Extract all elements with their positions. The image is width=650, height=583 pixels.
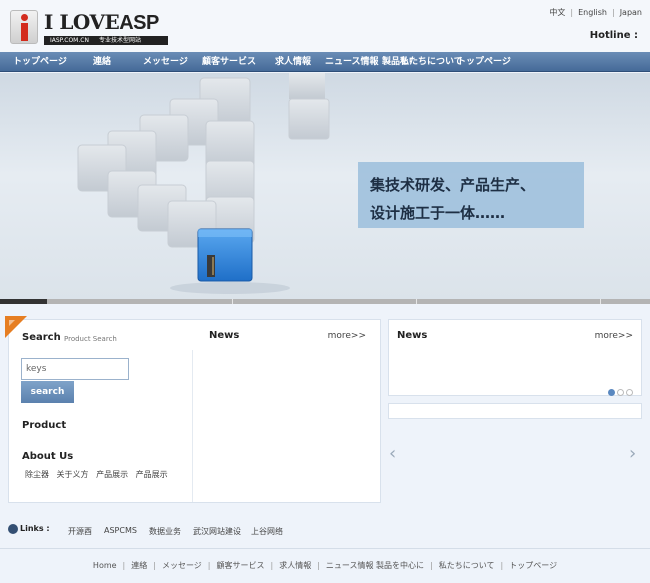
logo-brand-text: ASP — [119, 12, 159, 34]
friend-link[interactable]: 数据业务 — [149, 526, 181, 537]
about-link[interactable]: 除尘器 — [25, 470, 49, 479]
prev-arrow-icon[interactable]: ‹ — [389, 443, 396, 464]
nav-item-news[interactable]: ニュース情報 — [325, 52, 379, 72]
news-panel-right: News more>> — [388, 319, 642, 396]
footer-divider — [0, 548, 650, 549]
nav-item-contact[interactable]: 連絡 — [93, 52, 111, 72]
footer-nav: Home | 連絡 | メッセージ | 顧客サービス | 求人情報 | ニュース情報 製品を中心に |… — [92, 561, 558, 570]
nav-item-message[interactable]: メッセージ — [143, 52, 188, 72]
nav-item-home[interactable]: トップページ — [13, 52, 67, 72]
friend-link[interactable]: 上谷网络 — [251, 526, 283, 537]
footer-link-about[interactable]: 私たちについて — [439, 561, 495, 570]
language-switcher: 中文 | English | Japan — [549, 8, 642, 17]
links-label: Links : — [20, 524, 50, 533]
friend-link[interactable]: 开源酉 — [68, 526, 92, 537]
next-arrow-icon[interactable]: › — [629, 443, 636, 464]
logo-i-icon — [10, 10, 38, 44]
lang-chinese[interactable]: 中文 — [549, 8, 565, 17]
product-title[interactable]: Product — [22, 420, 66, 431]
carousel-dot-3[interactable] — [626, 389, 633, 396]
carousel-dot-1[interactable] — [608, 389, 615, 396]
links-icon — [8, 524, 18, 534]
slider-tick — [232, 299, 233, 304]
lang-japan[interactable]: Japan — [620, 8, 642, 17]
lang-english[interactable]: English — [578, 8, 607, 17]
about-link[interactable]: 产品展示 — [136, 470, 168, 479]
banner-caption-line2: 设计施工于一体…… — [370, 204, 506, 222]
slider-tick — [600, 299, 601, 304]
slider-tick — [416, 299, 417, 304]
banner-caption: 集技术研发、产品生产、 设计施工于一体…… — [358, 162, 584, 228]
logo-slogan: 专业技术型网站 — [98, 37, 141, 44]
banner-caption-line1: 集技术研发、产品生产、 — [370, 176, 536, 194]
about-link[interactable]: 关于义方 — [57, 470, 89, 479]
logo-strip: IASP.COM.CN 专业技术型网站 — [44, 36, 168, 45]
slider-active-segment — [0, 299, 47, 304]
logo-main-text: I LOVE — [44, 10, 120, 34]
search-subtitle: Product Search — [64, 335, 117, 343]
main-nav: トップページ 連絡 メッセージ 顧客サービス 求人情報 ニュース情報 製品を中心… — [0, 52, 650, 72]
nav-item-top[interactable]: トップページ — [457, 52, 511, 72]
footer-link-contact[interactable]: 連絡 — [131, 561, 147, 570]
news-title-right: News — [397, 330, 428, 341]
header: I LOVEASP IASP.COM.CN 专业技术型网站 中文 | English |… — [0, 0, 650, 52]
slider-progress[interactable] — [0, 299, 650, 304]
main-panel: Search Product Search search Product Abo… — [5, 316, 381, 503]
nav-item-about[interactable]: 私たちについて — [400, 52, 463, 72]
nav-item-jobs[interactable]: 求人情報 — [275, 52, 311, 72]
hotline: Hotline : — [589, 30, 638, 41]
search-button[interactable]: search — [21, 381, 74, 403]
divider — [192, 350, 193, 502]
about-links: 除尘器 关于义方 产品展示 产品展示 — [25, 469, 173, 480]
about-link[interactable]: 产品展示 — [96, 470, 128, 479]
nav-item-customer-service[interactable]: 顧客サービス — [202, 52, 256, 72]
news-more-link-right[interactable]: more>> — [595, 331, 633, 341]
friend-link[interactable]: ASPCMS — [104, 526, 137, 535]
search-title: Search — [22, 332, 61, 343]
footer-link-message[interactable]: メッセージ — [162, 561, 202, 570]
footer-link-service[interactable]: 顧客サービス — [217, 561, 265, 570]
site-logo[interactable]: I LOVEASP IASP.COM.CN 专业技术型网站 — [10, 8, 168, 46]
footer-link-jobs[interactable]: 求人情報 — [279, 561, 311, 570]
banner: 集技术研发、产品生产、 设计施工于一体…… — [0, 73, 650, 299]
footer-link-top[interactable]: トップページ — [509, 561, 557, 570]
news-more-link[interactable]: more>> — [328, 331, 366, 341]
footer-link-home[interactable]: Home — [93, 561, 117, 570]
search-input[interactable] — [21, 358, 129, 380]
friend-link[interactable]: 武汉网站建设 — [193, 526, 241, 537]
carousel-dot-2[interactable] — [617, 389, 624, 396]
about-title[interactable]: About Us — [22, 451, 73, 462]
news-title: News — [209, 330, 240, 341]
logo-domain: IASP.COM.CN — [50, 37, 89, 44]
scroll-box — [388, 403, 642, 419]
footer-link-news[interactable]: ニュース情報 製品を中心に — [326, 561, 424, 570]
carousel-dots — [606, 381, 633, 400]
